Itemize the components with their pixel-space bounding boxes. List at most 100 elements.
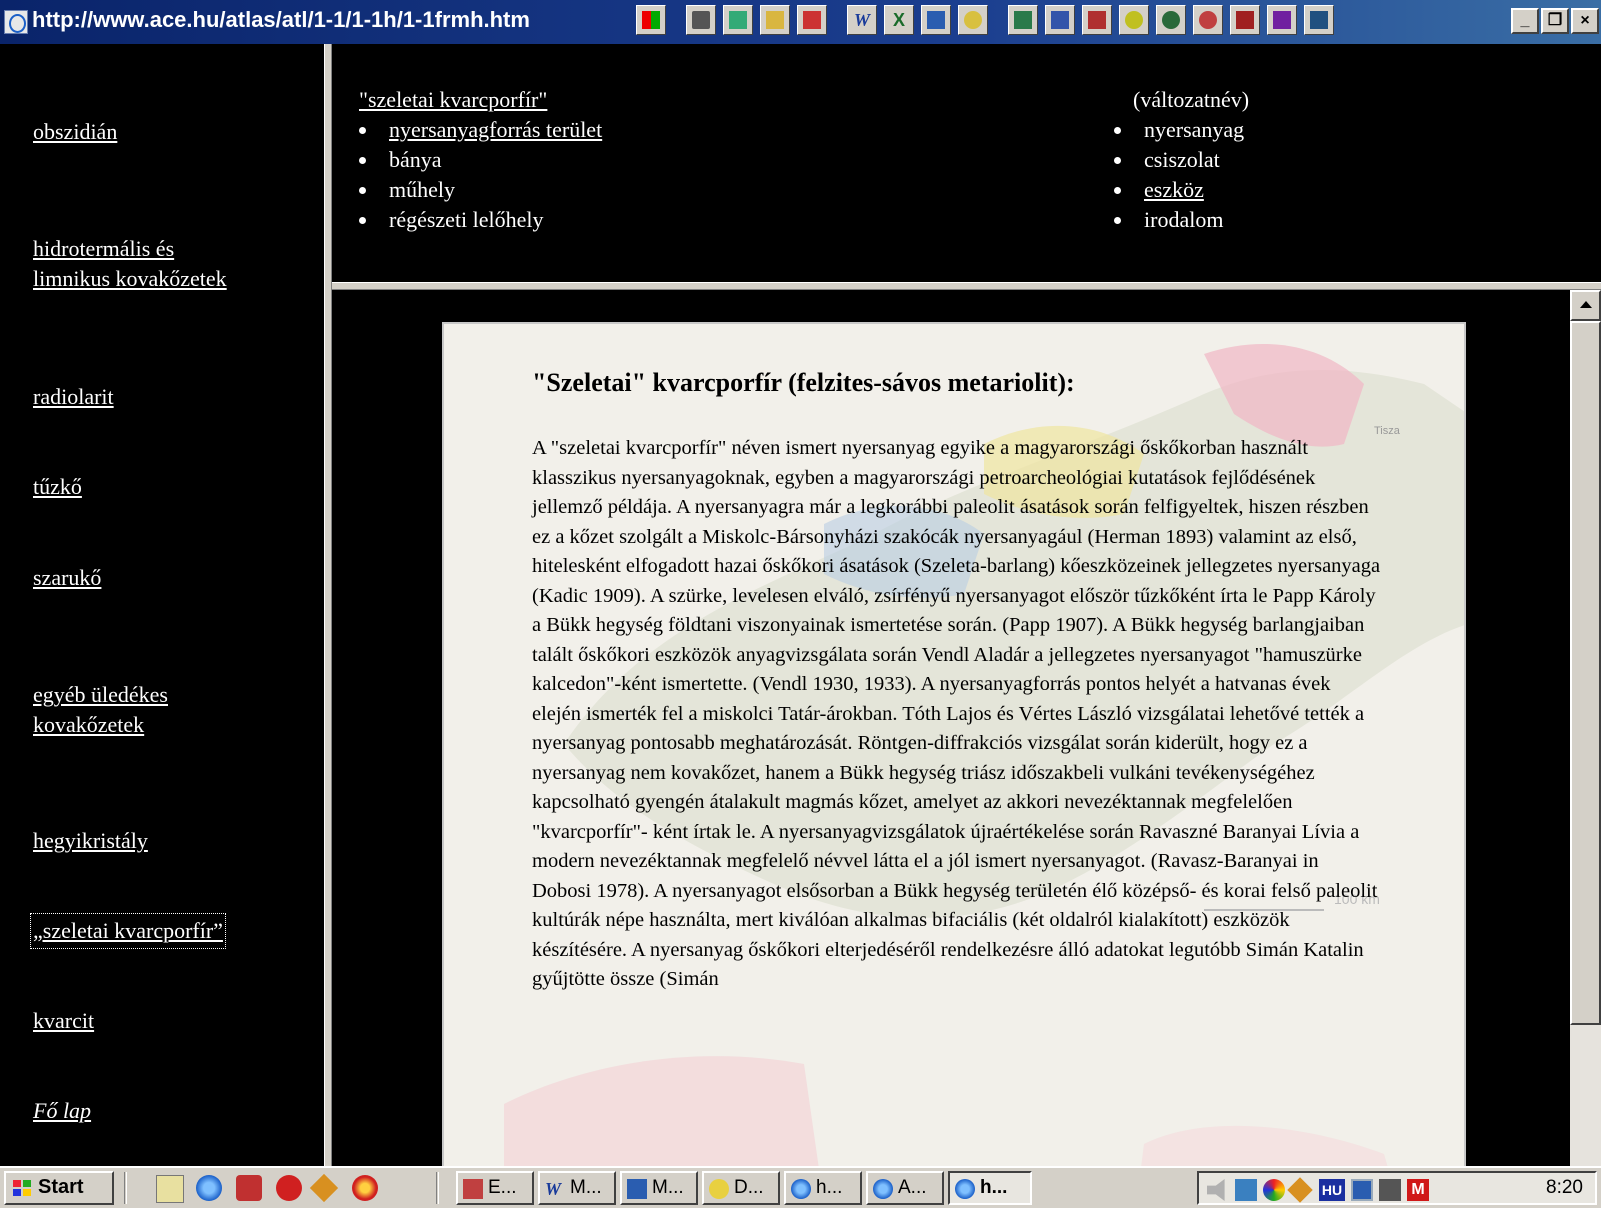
folder-icon[interactable] (760, 5, 790, 35)
floppy-icon[interactable] (1267, 5, 1297, 35)
nav-link-szaruko[interactable]: szarukő (33, 563, 101, 593)
find-icon[interactable] (1119, 5, 1149, 35)
colors-icon[interactable] (1263, 1179, 1285, 1201)
media-icon[interactable] (236, 1175, 262, 1201)
taskbar-task[interactable]: D... (702, 1171, 780, 1205)
taskbar-task[interactable]: E... (456, 1171, 534, 1205)
restore-button[interactable]: ❐ (1541, 8, 1569, 34)
nav-link-line: kovakőzetek (33, 712, 145, 737)
windows-flag-icon (13, 1180, 31, 1196)
tool-icon[interactable] (309, 1173, 339, 1203)
sigma-icon[interactable] (1082, 5, 1112, 35)
nav-link-egyeb[interactable]: egyéb üledékes kovakőzetek (33, 680, 168, 740)
content-frame: 100 km Tisza "Szeletai" kvarcporfír (fel… (332, 290, 1570, 1166)
speaker-icon[interactable] (1207, 1179, 1225, 1201)
menu-list-left: nyersanyagforrás terület bánya műhely ré… (355, 115, 602, 235)
task-label: h... (980, 1177, 1008, 1198)
title-bar[interactable]: http://www.ace.hu/atlas/atl/1-1/1-1h/1-1… (0, 0, 1601, 44)
color-square-icon[interactable] (636, 5, 666, 35)
ball-icon[interactable] (1193, 5, 1223, 35)
excel-doc-icon (463, 1179, 483, 1199)
menu-item-irodalom: irodalom (1110, 205, 1244, 235)
printer-icon[interactable] (686, 5, 716, 35)
nav-link-radiolarit[interactable]: radiolarit (33, 382, 114, 412)
crossed-tools-icon[interactable] (797, 5, 827, 35)
menu-item-label: nyersanyag (1144, 117, 1245, 142)
diagram-icon[interactable] (1230, 5, 1260, 35)
minimize-button[interactable]: _ (1511, 8, 1539, 34)
nav-link-line: limnikus kovakőzetek (33, 266, 227, 291)
nav-link-line: egyéb üledékes (33, 682, 168, 707)
menu-item-label: eszköz (1144, 177, 1204, 202)
acrobat-icon[interactable] (276, 1175, 302, 1201)
network-icon[interactable] (723, 5, 753, 35)
ie-icon (955, 1179, 975, 1199)
start-button[interactable]: Start (4, 1171, 114, 1205)
menu-item-nyersanyagforras[interactable]: nyersanyagforrás terület (355, 115, 602, 145)
tool-icon[interactable] (1287, 1177, 1313, 1203)
ie-page-icon (4, 10, 28, 34)
task-label: h... (816, 1177, 843, 1198)
task-label: D... (734, 1177, 764, 1198)
frame-splitter-horizontal[interactable] (332, 282, 1601, 290)
key-icon[interactable] (958, 5, 988, 35)
antivirus-icon[interactable]: M (1407, 1179, 1429, 1201)
save-icon[interactable] (1304, 5, 1334, 35)
content-scrollbar[interactable] (1570, 290, 1601, 1166)
scroll-up-arrow-icon[interactable] (1570, 290, 1601, 321)
realplayer-icon[interactable] (352, 1175, 378, 1201)
close-button[interactable]: × (1571, 8, 1599, 34)
menu-item-csiszolat: csiszolat (1110, 145, 1244, 175)
menu-item-eszkoz[interactable]: eszköz (1110, 175, 1244, 205)
nav-link-obszidian[interactable]: obszidián (33, 117, 117, 147)
window-controls: _ ❐ × (1511, 8, 1599, 34)
taskbar-task[interactable]: h... (784, 1171, 862, 1205)
menu-item-label: műhely (389, 177, 455, 202)
nav-link-line: hidrotermális és (33, 236, 175, 261)
map-region-hatched (1141, 1125, 1388, 1166)
clock[interactable]: 8:20 (1546, 1173, 1583, 1203)
nav-link-kvarcit[interactable]: kvarcit (33, 1006, 94, 1036)
scroll-thumb[interactable] (1570, 321, 1601, 1025)
article-body: A "szeletai kvarcporfír" néven ismert ny… (532, 437, 1381, 990)
taskbar-task[interactable]: M... (620, 1171, 698, 1205)
menu-item-label: nyersanyagforrás terület (389, 117, 603, 142)
taskbar-separator (436, 1172, 439, 1204)
toolbar-separator (834, 5, 840, 35)
clock-icon[interactable] (1156, 5, 1186, 35)
article-panel: 100 km Tisza "Szeletai" kvarcporfír (fel… (442, 322, 1466, 1166)
calculator-icon[interactable] (1008, 5, 1038, 35)
taskbar-task-active[interactable]: h... (948, 1171, 1032, 1205)
network-icon[interactable] (1235, 1179, 1257, 1201)
menu-item-muhely: műhely (355, 175, 602, 205)
paint-icon[interactable] (1045, 5, 1075, 35)
ie-icon (873, 1179, 893, 1199)
monitor-icon[interactable] (921, 5, 951, 35)
nav-link-tuzko[interactable]: tűzkő (33, 472, 82, 502)
printer-icon[interactable] (1379, 1179, 1401, 1201)
excel-icon[interactable]: X (884, 5, 914, 35)
taskbar-task[interactable]: W M... (538, 1171, 616, 1205)
toolbar-separator (673, 5, 679, 35)
frame-splitter-vertical[interactable] (324, 44, 332, 1166)
nav-link-fo-lap[interactable]: Fő lap (33, 1096, 91, 1126)
monitor-icon (627, 1179, 647, 1199)
start-label: Start (38, 1176, 84, 1198)
nav-link-hegyikristaly[interactable]: hegyikristály (33, 826, 148, 856)
window-icon[interactable] (1351, 1179, 1373, 1201)
nav-link-szeletai[interactable]: „szeletai kvarcporfír” (30, 913, 226, 949)
word-icon: W (545, 1179, 562, 1199)
ie-icon[interactable] (196, 1175, 222, 1201)
task-label: M... (570, 1177, 602, 1198)
left-nav-frame: obszidián hidrotermális és limnikus kova… (0, 44, 324, 1166)
menu-item-banya: bánya (355, 145, 602, 175)
search-icon (709, 1179, 729, 1199)
menu-heading-valtozatnev: (változatnév) (1133, 87, 1250, 112)
toolbar: W X (636, 5, 1334, 35)
menu-heading-szeletai[interactable]: "szeletai kvarcporfír" (359, 85, 547, 115)
word-icon[interactable]: W (847, 5, 877, 35)
desktop-icon[interactable] (156, 1175, 184, 1203)
taskbar-task[interactable]: A... (866, 1171, 944, 1205)
language-indicator[interactable]: HU (1319, 1179, 1345, 1201)
nav-link-hidrotermalis[interactable]: hidrotermális és limnikus kovakőzetek (33, 234, 227, 294)
